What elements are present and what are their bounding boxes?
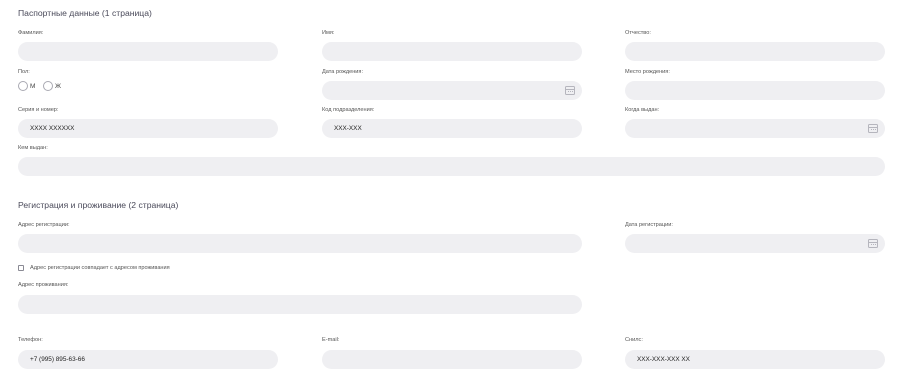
email-input[interactable] xyxy=(322,350,582,369)
phone-input[interactable]: +7 (995) 895-63-66 xyxy=(18,350,278,369)
radio-circle[interactable] xyxy=(43,81,53,91)
residence-address-input[interactable] xyxy=(18,295,582,314)
radio-circle[interactable] xyxy=(18,81,28,91)
residence-address-label: Адрес проживания: xyxy=(18,282,69,288)
registration-date-label: Дата регистрации: xyxy=(625,222,673,228)
issue-date-label: Когда выдан: xyxy=(625,107,660,113)
series-number-input[interactable]: XXXX XXXXXX xyxy=(18,119,278,138)
birth-place-label: Место рождения: xyxy=(625,69,670,75)
same-address-checkbox-label: Адрес регистрации совпадает с адресом пр… xyxy=(30,265,170,271)
birth-date-input[interactable] xyxy=(322,81,582,100)
issue-date-input[interactable] xyxy=(625,119,885,138)
calendar-icon[interactable] xyxy=(868,124,878,133)
birth-place-input[interactable] xyxy=(625,81,885,100)
gender-radio-female[interactable]: Ж xyxy=(43,81,61,91)
division-code-input[interactable]: XXX-XXX xyxy=(322,119,582,138)
phone-label: Телефон: xyxy=(18,337,43,343)
surname-label: Фамилия: xyxy=(18,30,44,36)
snils-label: Снилс: xyxy=(625,337,643,343)
series-number-label: Серия и номер: xyxy=(18,107,59,113)
patronymic-label: Отчество: xyxy=(625,30,651,36)
snils-input[interactable]: XXX-XXX-XXX XX xyxy=(625,350,885,369)
registration-address-label: Адрес регистрации: xyxy=(18,222,70,228)
same-address-checkbox[interactable]: Адрес регистрации совпадает с адресом пр… xyxy=(18,265,170,271)
issued-by-input[interactable] xyxy=(18,157,885,176)
patronymic-input[interactable] xyxy=(625,42,885,61)
checkbox-box[interactable] xyxy=(18,265,24,271)
surname-input[interactable] xyxy=(18,42,278,61)
name-label: Имя: xyxy=(322,30,335,36)
email-label: E-mail: xyxy=(322,337,340,343)
division-code-label: Код подразделения: xyxy=(322,107,375,113)
calendar-icon[interactable] xyxy=(868,239,878,248)
registration-address-input[interactable] xyxy=(18,234,582,253)
passport-section-title: Паспортные данные (1 страница) xyxy=(18,8,152,18)
radio-label-male: М xyxy=(30,82,36,90)
radio-label-female: Ж xyxy=(55,82,62,90)
gender-label: Пол: xyxy=(18,69,30,75)
name-input[interactable] xyxy=(322,42,582,61)
gender-radio-male[interactable]: М xyxy=(18,81,35,91)
registration-date-input[interactable] xyxy=(625,234,885,253)
issued-by-label: Кем выдан: xyxy=(18,145,48,151)
registration-section-title: Регистрация и проживание (2 страница) xyxy=(18,200,179,210)
calendar-icon[interactable] xyxy=(565,86,575,95)
birth-date-label: Дата рождения: xyxy=(322,69,364,75)
